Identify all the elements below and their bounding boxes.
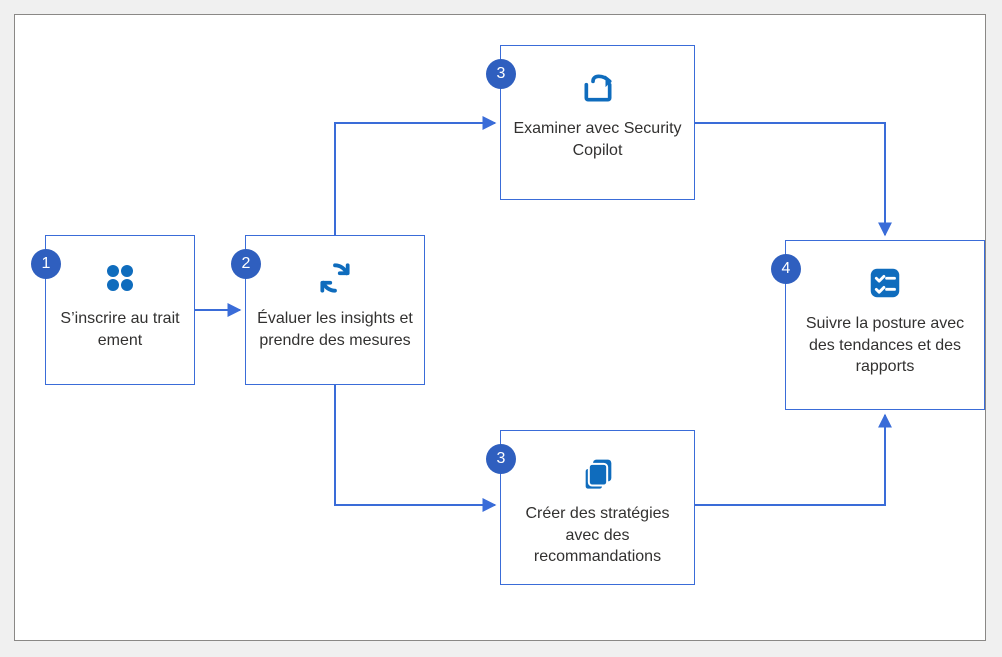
node-track-posture-label: Suivre la posture avec des tendances et … xyxy=(786,307,984,388)
node-enroll: S’inscrire au trait ement xyxy=(45,235,195,385)
node-evaluate-label: Évaluer les insights et prendre des mesu… xyxy=(246,302,424,361)
node-examine-copilot: Examiner avec Security Copilot xyxy=(500,45,695,200)
node-enroll-label: S’inscrire au trait ement xyxy=(46,302,194,361)
step-badge-2: 2 xyxy=(231,249,261,279)
checklist-icon xyxy=(786,259,984,307)
step-badge-3b: 3 xyxy=(486,444,516,474)
node-create-strategies: Créer des stratégies avec des recommanda… xyxy=(500,430,695,585)
node-evaluate: Évaluer les insights et prendre des mesu… xyxy=(245,235,425,385)
step-badge-1: 1 xyxy=(31,249,61,279)
step-badge-3a: 3 xyxy=(486,59,516,89)
step-badge-4: 4 xyxy=(771,254,801,284)
node-examine-copilot-label: Examiner avec Security Copilot xyxy=(501,112,694,171)
diagram-canvas: S’inscrire au trait ement 1 Évaluer les … xyxy=(14,14,986,641)
node-track-posture: Suivre la posture avec des tendances et … xyxy=(785,240,985,410)
stack-icon xyxy=(501,449,694,497)
refresh-icon xyxy=(246,254,424,302)
grid-dots-icon xyxy=(46,254,194,302)
node-create-strategies-label: Créer des stratégies avec des recommanda… xyxy=(501,497,694,578)
share-icon xyxy=(501,64,694,112)
